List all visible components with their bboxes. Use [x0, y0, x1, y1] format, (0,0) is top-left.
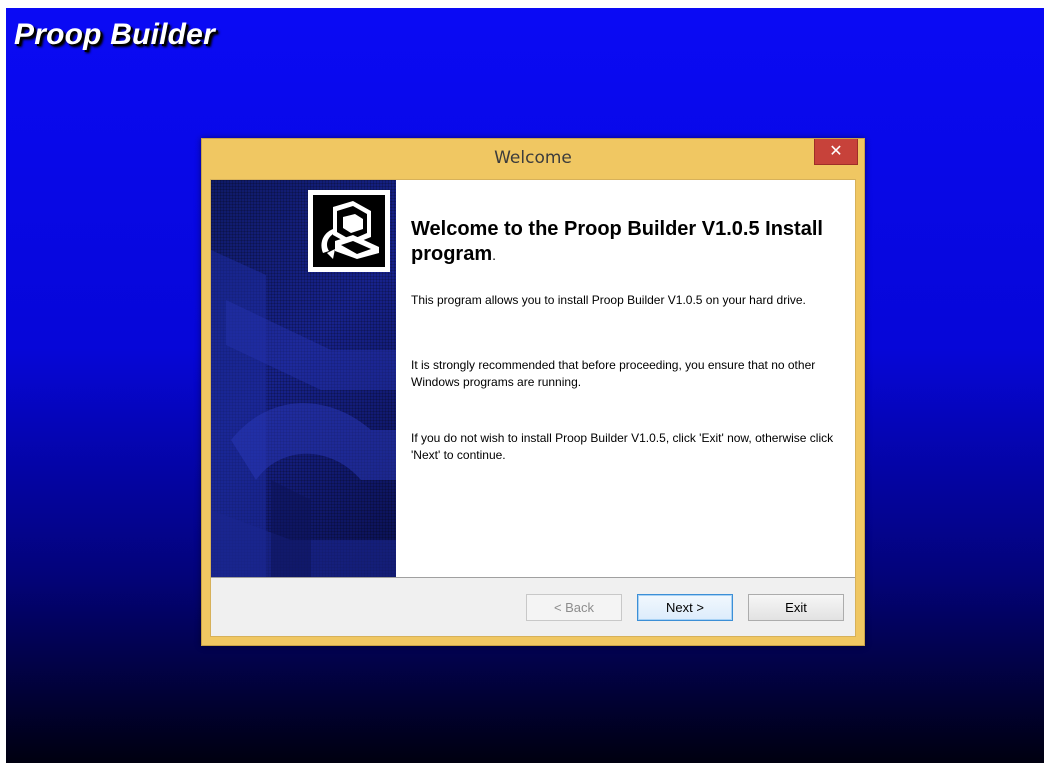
- dialog-titlebar[interactable]: Welcome ✕: [202, 139, 864, 179]
- setup-banner: [211, 180, 396, 577]
- welcome-dialog: Welcome ✕ Welcome to the Proop Builder V…: [201, 138, 865, 646]
- app-title: Proop Builder: [14, 18, 215, 51]
- recommendation-paragraph: It is strongly recommended that before p…: [411, 358, 816, 389]
- setup-computer-icon: [308, 190, 390, 272]
- welcome-heading: Welcome to the Proop Builder V1.0.5 Inst…: [411, 217, 851, 268]
- welcome-heading-period: .: [492, 247, 497, 263]
- exit-button[interactable]: Exit: [748, 594, 844, 621]
- desktop-background: Proop Builder Welcome ✕ Welcome to the P…: [6, 8, 1044, 763]
- button-area-divider: [211, 577, 855, 578]
- welcome-heading-text: Welcome to the Proop Builder V1.0.5 Inst…: [411, 218, 823, 265]
- dialog-title: Welcome: [494, 148, 572, 168]
- close-button[interactable]: ✕: [814, 139, 858, 165]
- close-icon: ✕: [829, 141, 843, 160]
- dialog-client-area: Welcome to the Proop Builder V1.0.5 Inst…: [210, 179, 856, 637]
- next-button[interactable]: Next >: [637, 594, 733, 621]
- instructions-paragraph: If you do not wish to install Proop Buil…: [411, 431, 834, 462]
- back-button[interactable]: < Back: [526, 594, 622, 621]
- welcome-content: Welcome to the Proop Builder V1.0.5 Inst…: [396, 180, 855, 577]
- intro-paragraph: This program allows you to install Proop…: [411, 293, 806, 307]
